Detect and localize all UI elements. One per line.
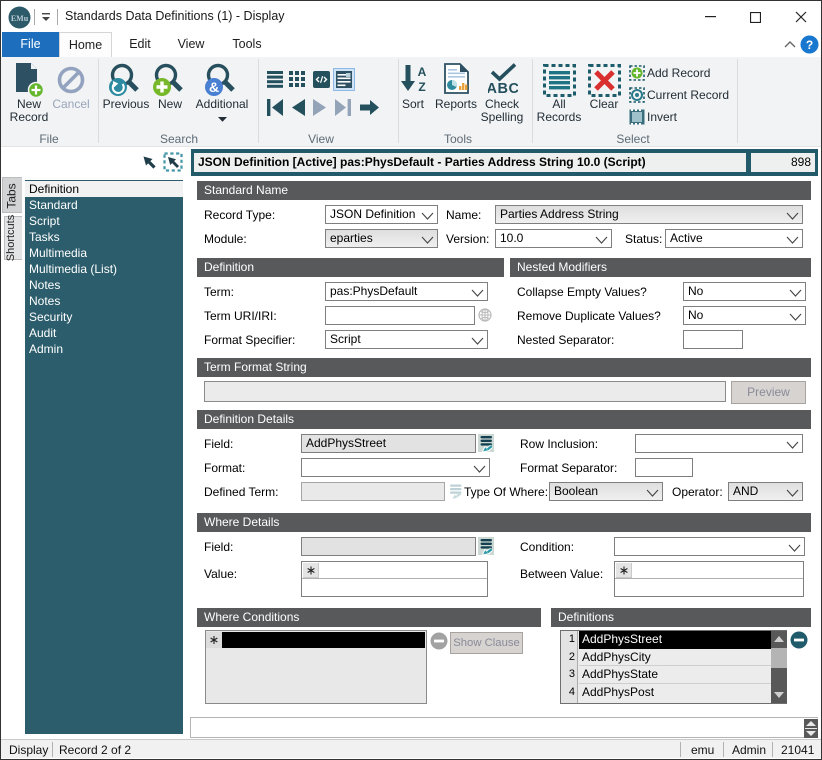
svg-text:A: A [418, 65, 427, 79]
svg-text:EMu: EMu [11, 14, 29, 23]
svg-text:&: & [209, 79, 219, 95]
svg-text:ABC: ABC [488, 81, 518, 95]
svg-text:Z: Z [418, 80, 425, 94]
svg-text:?: ? [806, 38, 813, 52]
